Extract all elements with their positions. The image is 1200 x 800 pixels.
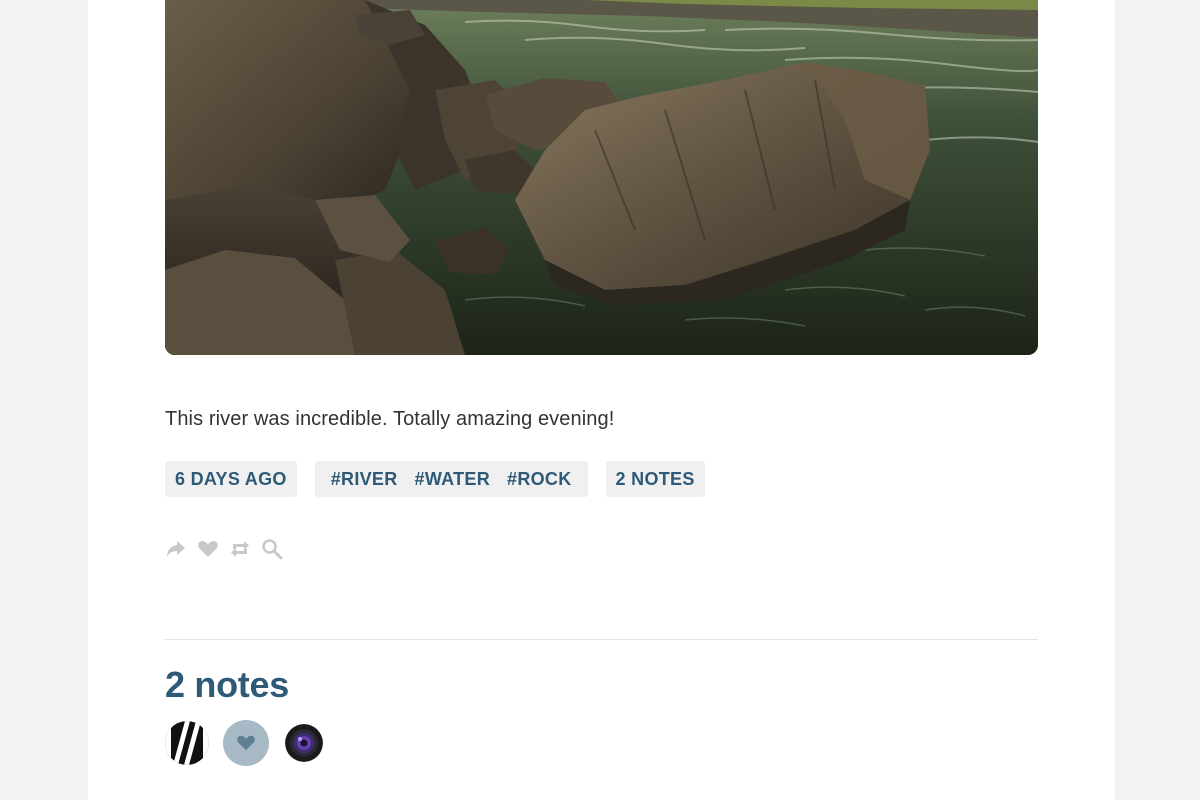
post-tags: #RIVER #WATER #ROCK (314, 461, 588, 497)
reblog-icon[interactable] (229, 538, 251, 560)
notes-title: 2 notes (165, 664, 289, 705)
like-heart-avatar[interactable] (223, 720, 269, 766)
search-icon[interactable] (261, 538, 283, 560)
post-caption: This river was incredible. Totally amazi… (165, 408, 615, 430)
post-actions (165, 538, 283, 560)
tag-rock[interactable]: #ROCK (507, 469, 572, 490)
notes-count-link[interactable]: 2 NOTES (605, 461, 705, 497)
camera-lens-avatar[interactable] (285, 724, 323, 762)
post-meta: 6 DAYS AGO #RIVER #WATER #ROCK 2 NOTES (165, 461, 705, 497)
user-avatar-1[interactable] (165, 721, 209, 765)
post-container: This river was incredible. Totally amazi… (88, 0, 1115, 800)
notes-divider (165, 639, 1038, 640)
post-date-link[interactable]: 6 DAYS AGO (165, 461, 297, 497)
tag-water[interactable]: #WATER (415, 469, 490, 490)
heart-icon[interactable] (197, 538, 219, 560)
share-icon[interactable] (165, 538, 187, 560)
tag-river[interactable]: #RIVER (331, 469, 398, 490)
heart-icon (237, 735, 255, 751)
post-photo (165, 0, 1038, 355)
notes-avatars (165, 720, 323, 766)
